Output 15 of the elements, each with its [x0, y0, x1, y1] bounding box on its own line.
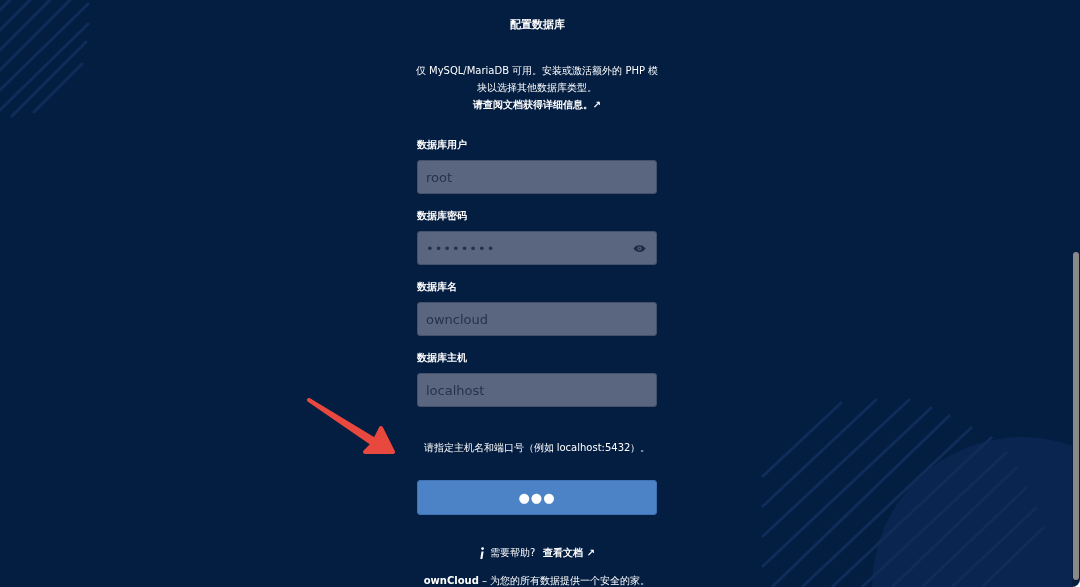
notice-text: 仅 MySQL/MariaDB 可用。安装或激活额外的 PHP 模块以选择其他数据库类型。 — [414, 64, 660, 95]
section-title: 配置数据库 — [509, 17, 565, 33]
host-hint: 请指定主机名和端口号（例如 localhost:5432）。 — [423, 441, 651, 455]
footer-text: ownCloud – 为您的所有数据提供一个安全的家。 — [423, 574, 651, 587]
eye-icon[interactable] — [633, 244, 646, 253]
help-text: 需要帮助? — [489, 546, 536, 560]
field-label: 数据库用户 — [417, 138, 468, 152]
docs-link[interactable]: 查看文档 ↗ — [543, 545, 596, 561]
submit-button[interactable]: ●●● — [417, 480, 657, 515]
field-label: 数据库密码 — [417, 209, 468, 223]
field-label: 数据库主机 — [417, 351, 468, 365]
documentation-link[interactable]: 请查阅文档获得详细信息。↗ — [472, 96, 602, 113]
scrollbar[interactable] — [1073, 252, 1079, 580]
field-label: 数据库名 — [417, 280, 458, 294]
info-icon — [478, 546, 485, 560]
